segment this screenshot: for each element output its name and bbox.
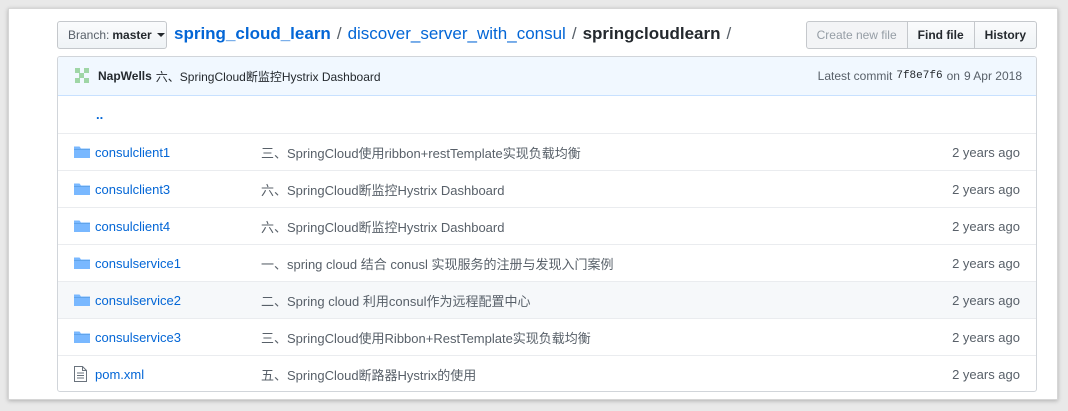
breadcrumb-repo-link[interactable]: spring_cloud_learn [174, 24, 331, 44]
caret-down-icon [156, 33, 165, 37]
file-row[interactable]: consulclient3 六、SpringCloud断监控Hystrix Das… [58, 170, 1036, 207]
commit-age: 2 years ago [952, 144, 1020, 160]
history-button[interactable]: History [973, 21, 1037, 49]
commit-age: 2 years ago [952, 218, 1020, 234]
commit-age: 2 years ago [952, 255, 1020, 271]
commit-sha[interactable]: 7f8e7f6 [896, 70, 942, 82]
folder-icon [74, 293, 90, 307]
commit-age: 2 years ago [952, 329, 1020, 345]
repo-browser-panel: Branch: master spring_cloud_learn / disc… [8, 8, 1058, 400]
file-navigation: Branch: master spring_cloud_learn / disc… [57, 21, 1037, 49]
commit-message-link[interactable]: 六、SpringCloud断监控Hystrix Dashboard [261, 217, 952, 236]
file-name-link[interactable]: pom.xml [95, 367, 261, 382]
file-row[interactable]: consulservice2 二、Spring cloud 利用consul作为远… [58, 281, 1036, 318]
file-name-link[interactable]: consulclient4 [95, 219, 261, 234]
file-name-link[interactable]: consulclient3 [95, 182, 261, 197]
commit-age: 2 years ago [952, 366, 1020, 382]
file-row[interactable]: pom.xml 五、SpringCloud断路器Hystrix的使用 2 years… [58, 355, 1036, 391]
parent-directory-row: .. [58, 96, 1036, 133]
file-name-link[interactable]: consulservice2 [95, 293, 261, 308]
commit-author[interactable]: NapWells [98, 69, 152, 83]
breadcrumb-current: springcloudlearn [582, 24, 721, 43]
file-name-link[interactable]: consulservice3 [95, 330, 261, 345]
breadcrumb-separator: / [336, 24, 342, 43]
file-row[interactable]: consulclient1 三、SpringCloud使用ribbon+restT… [58, 133, 1036, 170]
commit-message-link[interactable]: 三、SpringCloud使用ribbon+restTemplate实现负载均衡 [261, 143, 952, 162]
commit-message[interactable]: 六、SpringCloud断监控Hystrix Dashboard [156, 68, 381, 85]
commit-message-link[interactable]: 一、spring cloud 结合 conusl 实现服务的注册与发现入门案例 [261, 254, 952, 273]
commit-message-link[interactable]: 五、SpringCloud断路器Hystrix的使用 [261, 365, 952, 384]
commit-date: 9 Apr 2018 [963, 69, 1022, 83]
breadcrumb-separator: / [726, 24, 732, 43]
branch-value: master [112, 28, 152, 42]
commit-message-link[interactable]: 六、SpringCloud断监控Hystrix Dashboard [261, 180, 952, 199]
commit-on-label: on [946, 69, 960, 83]
folder-icon [74, 256, 90, 270]
commit-message-link[interactable]: 三、SpringCloud使用Ribbon+RestTemplate实现负载均衡 [261, 328, 952, 347]
branch-label: Branch: [68, 28, 110, 42]
folder-icon [74, 145, 90, 159]
parent-directory-link[interactable]: .. [96, 107, 103, 122]
find-file-button[interactable]: Find file [906, 21, 975, 49]
file-icon [74, 366, 90, 382]
file-table: NapWells 六、SpringCloud断监控Hystrix Dashboa… [57, 56, 1037, 392]
file-row[interactable]: consulservice1 一、spring cloud 结合 conusl 实… [58, 244, 1036, 281]
breadcrumb: spring_cloud_learn / discover_server_wit… [174, 24, 737, 44]
file-actions: Create new file Find file History [805, 21, 1037, 49]
latest-commit-label: Latest commit [817, 69, 893, 83]
branch-select-button[interactable]: Branch: master [57, 21, 167, 49]
file-row[interactable]: consulservice3 三、SpringCloud使用Ribbon+Rest… [58, 318, 1036, 355]
latest-commit-bar: NapWells 六、SpringCloud断监控Hystrix Dashboa… [58, 57, 1036, 96]
file-name-link[interactable]: consulclient1 [95, 145, 261, 160]
folder-icon [74, 330, 90, 344]
commit-age: 2 years ago [952, 292, 1020, 308]
folder-icon [74, 219, 90, 233]
breadcrumb-separator: / [571, 24, 577, 43]
commit-message-link[interactable]: 二、Spring cloud 利用consul作为远程配置中心 [261, 291, 952, 310]
breadcrumb-folder-link[interactable]: discover_server_with_consul [348, 24, 566, 44]
file-row[interactable]: consulclient4 六、SpringCloud断监控Hystrix Das… [58, 207, 1036, 244]
commit-age: 2 years ago [952, 181, 1020, 197]
file-name-link[interactable]: consulservice1 [95, 256, 261, 271]
folder-icon [74, 182, 90, 196]
avatar[interactable] [72, 66, 92, 86]
create-new-file-button[interactable]: Create new file [805, 21, 908, 49]
